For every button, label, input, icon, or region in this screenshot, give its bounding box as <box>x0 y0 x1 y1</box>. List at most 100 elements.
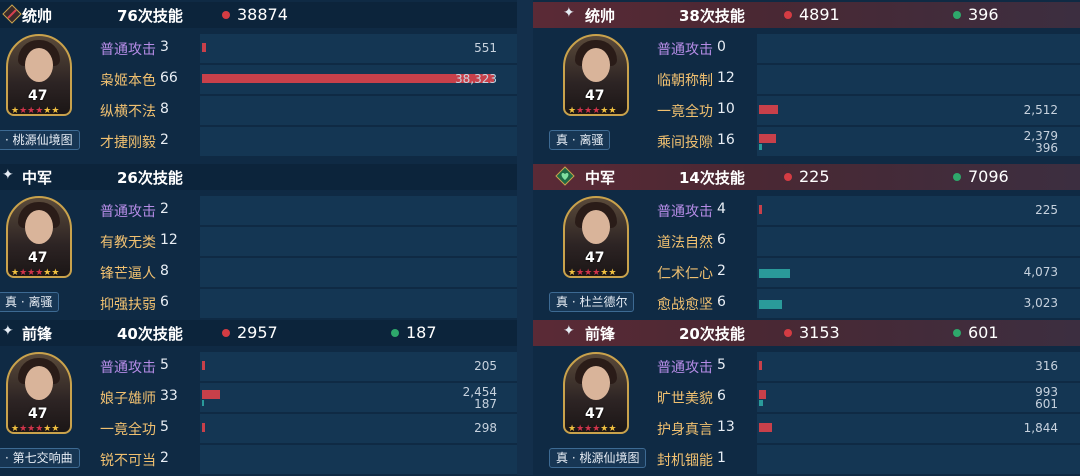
hero-portrait[interactable]: 47 ★★★★★★ <box>6 196 72 278</box>
role-section: ✦ 中军 26次技能 47 ★★★★★★ 真 · 离骚 普通攻击 2 有教无类 12 锋芒逼人 8 抑强… <box>0 164 517 320</box>
skill-value: 225 <box>1035 203 1058 217</box>
skill-use-count: 2 <box>717 263 726 279</box>
star-rating-icon: ★★★★★★ <box>568 106 617 116</box>
damage-bar <box>759 105 778 114</box>
skill-value: 2,512 <box>1023 103 1058 117</box>
damage-dot-icon <box>784 11 792 19</box>
skill-name: 旷世美貌 <box>657 391 713 407</box>
role-title: 统帅 <box>22 7 53 25</box>
total-damage: 4891 <box>799 5 840 24</box>
skill-name: 封机锢能 <box>657 453 713 469</box>
hero-level: 47 <box>28 406 48 422</box>
skill-use-count: 5 <box>717 357 726 373</box>
damage-bar <box>202 423 205 432</box>
skill-name: 仁术仁心 <box>657 266 713 282</box>
hero-portrait[interactable]: 47 ★★★★★★ <box>6 34 72 116</box>
skill-name: 娘子雄师 <box>100 391 156 407</box>
hero-portrait[interactable]: 47 ★★★★★★ <box>563 352 629 434</box>
skill-value: 205 <box>474 359 497 373</box>
skill-use-count: 4 <box>717 201 726 217</box>
skill-row: 普通攻击 0 <box>653 33 1080 64</box>
skill-name: 普通攻击 <box>100 42 156 58</box>
total-heal: 396 <box>968 5 999 24</box>
heal-bar <box>202 400 204 406</box>
hero-face <box>25 366 53 400</box>
skill-use-count: 2 <box>160 450 169 466</box>
skill-name: 普通攻击 <box>100 360 156 376</box>
role-header: 中军 14次技能 225 7096 <box>533 164 1080 190</box>
role-section: ✦ 前锋 20次技能 3153 601 47 ★★★★★★ 真 · 桃源仙境图 普通攻击 5 316… <box>533 320 1080 476</box>
skill-value: 551 <box>474 41 497 55</box>
damage-dot-icon <box>222 11 230 19</box>
skill-bar-track <box>200 289 517 318</box>
damage-dot-icon <box>222 329 230 337</box>
skill-use-count: 6 <box>717 388 726 404</box>
total-damage: 3153 <box>799 323 840 342</box>
hero-portrait[interactable]: 47 ★★★★★★ <box>6 352 72 434</box>
damage-bar <box>202 74 494 83</box>
skill-row: 纵横不法 8 <box>96 95 517 126</box>
role-section: ✦ 统帅 38次技能 4891 396 47 ★★★★★★ 真 · 离骚 普通攻击 0 临朝称制 12… <box>533 2 1080 158</box>
skill-use-count: 66 <box>160 70 178 86</box>
skill-row: 普通攻击 4 225 <box>653 195 1080 226</box>
skill-row: 乘间投隙 16 2,379 396 <box>653 126 1080 157</box>
skill-name: 锐不可当 <box>100 453 156 469</box>
hero-skin-name: 真 · 杜兰德尔 <box>549 292 635 312</box>
hero-portrait[interactable]: 47 ★★★★★★ <box>563 34 629 116</box>
skill-name: 普通攻击 <box>657 360 713 376</box>
skill-bar-track <box>757 383 1080 412</box>
skill-row: 封机锢能 1 <box>653 444 1080 475</box>
skill-use-count: 6 <box>717 294 726 310</box>
sparkle-icon: ✦ <box>2 167 14 183</box>
skill-bar-track <box>757 352 1080 381</box>
damage-bar <box>759 134 777 143</box>
skill-count-total: 38次技能 <box>679 7 745 25</box>
skill-name: 道法自然 <box>657 235 713 251</box>
sparkle-icon: ✦ <box>563 323 575 339</box>
skill-row: 普通攻击 5 205 <box>96 351 517 382</box>
skill-use-count: 13 <box>717 419 735 435</box>
skill-value: 3,023 <box>1023 296 1058 310</box>
skill-heal-value: 396 <box>1035 141 1058 155</box>
role-title: 前锋 <box>585 325 616 343</box>
skill-count-total: 40次技能 <box>117 325 183 343</box>
skill-bar-track <box>757 65 1080 94</box>
heal-dot-icon <box>953 173 961 181</box>
hero-face <box>25 210 53 244</box>
skill-bar-track <box>757 445 1080 474</box>
skill-use-count: 16 <box>717 132 735 148</box>
skill-bar-track <box>200 34 517 63</box>
total-heal: 601 <box>968 323 999 342</box>
skill-name: 有教无类 <box>100 235 156 251</box>
role-header: 统帅 76次技能 38874 <box>0 2 517 28</box>
skill-name: 护身真言 <box>657 422 713 438</box>
skill-bar-track <box>200 258 517 287</box>
skill-name: 乘间投隙 <box>657 135 713 151</box>
skill-name: 才捷刚毅 <box>100 135 156 151</box>
skill-row: 普通攻击 5 316 <box>653 351 1080 382</box>
skill-name: 锋芒逼人 <box>100 266 156 282</box>
skill-row: 护身真言 13 1,844 <box>653 413 1080 444</box>
skill-use-count: 1 <box>717 450 726 466</box>
hero-level: 47 <box>28 88 48 104</box>
panel-divider <box>517 0 533 475</box>
skill-count-total: 26次技能 <box>117 169 183 187</box>
damage-bar <box>759 361 762 370</box>
role-section: ✦ 前锋 40次技能 2957 187 47 ★★★★★★ · 第七交响曲 普通攻击 5 205 娘子… <box>0 320 517 476</box>
role-header: ✦ 中军 26次技能 <box>0 164 517 190</box>
damage-dot-icon <box>784 173 792 181</box>
skill-name: 愈战愈坚 <box>657 297 713 313</box>
skill-value: 4,073 <box>1023 265 1058 279</box>
skill-name: 纵横不法 <box>100 104 156 120</box>
skill-use-count: 33 <box>160 388 178 404</box>
skill-use-count: 5 <box>160 419 169 435</box>
hero-portrait[interactable]: 47 ★★★★★★ <box>563 196 629 278</box>
skill-value: 38,323 <box>455 72 497 86</box>
hero-level: 47 <box>28 250 48 266</box>
skill-use-count: 5 <box>160 357 169 373</box>
skill-name: 临朝称制 <box>657 73 713 89</box>
skill-count-total: 76次技能 <box>117 7 183 25</box>
skill-use-count: 3 <box>160 39 169 55</box>
left-team-panel: 统帅 76次技能 38874 47 ★★★★★★ · 桃源仙境图 普通攻击 3 551 枭姬本色 6… <box>0 0 517 475</box>
skill-row: 普通攻击 3 551 <box>96 33 517 64</box>
